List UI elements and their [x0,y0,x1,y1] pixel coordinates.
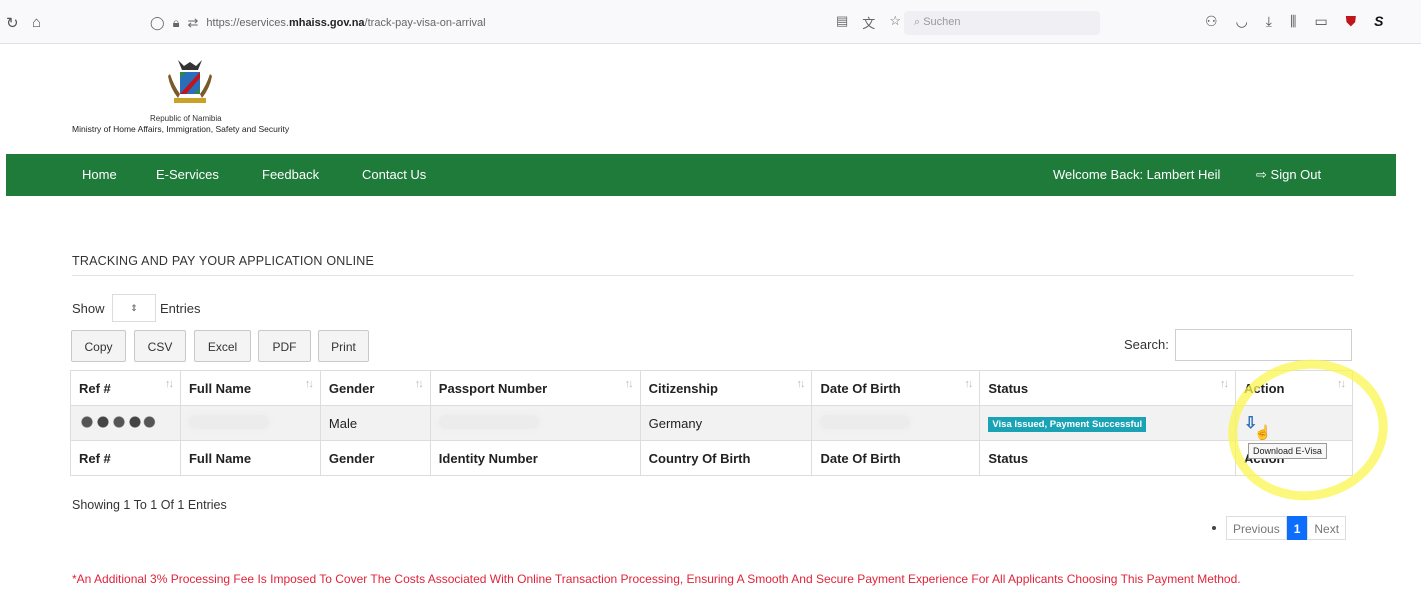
library-icon[interactable]: ⫼ [1290,13,1296,30]
sort-icon: ↑↓ [796,378,805,390]
select-arrows-icon: ⇕ [130,303,138,313]
account-icon[interactable]: ⚇ [1205,13,1218,30]
col-date-of-birth[interactable]: Date Of Birth ↑↓ [811,370,981,406]
translate-icon[interactable]: 文 [862,13,875,32]
entries-select[interactable]: ⇕ [112,294,156,322]
next-page-button[interactable]: Next [1307,516,1347,540]
sort-icon: ↑↓ [414,378,424,390]
republic-label: Republic of Namibia [150,114,222,123]
table-row: Male Germany Visa Issued, Payment Succes… [70,405,1353,441]
excel-button[interactable]: Excel [194,330,251,362]
redacted-dob [820,414,911,429]
cell-ref [70,405,181,441]
title-divider [72,275,1354,276]
nav-eservices[interactable]: E-Services [156,167,219,182]
download-tooltip: Download E-Visa [1248,443,1327,459]
col-ref[interactable]: Ref # ↑↓ [70,370,181,406]
cell-full-name [179,405,321,441]
entries-label: Entries [160,301,201,316]
redacted-passport [438,414,539,429]
pagination: Previous 1 Next [1212,516,1347,540]
nav-contact-us[interactable]: Contact Us [362,167,426,182]
print-button[interactable]: Print [318,330,369,362]
browser-extension-icons: ⚇ ◡ ⤓ ⫼ ▭ ⛊ S [1205,13,1384,30]
applications-table: Ref # ↑↓ Full Name ↑↓ Gender ↑↓ Passport Nu… [70,370,1353,476]
ublock-icon[interactable]: ⛊ [1346,13,1357,30]
col-full-name[interactable]: Full Name ↑↓ [179,370,321,406]
pdf-button[interactable]: PDF [258,330,311,362]
footer-status: Status [979,440,1237,476]
col-status[interactable]: Status ↑↓ [979,370,1237,406]
cell-status: Visa Issued, Payment Successful [979,405,1237,441]
col-action[interactable]: Action ↑↓ [1235,370,1353,406]
copy-button[interactable]: Copy [71,330,126,362]
entries-info: Showing 1 To 1 Of 1 Entries [72,498,227,512]
csv-button[interactable]: CSV [134,330,186,362]
shield-icon[interactable]: ◯ [150,15,165,31]
lock-icon[interactable]: 🔒︎ [173,15,180,31]
url-tools: ▤ 文 ☆ [836,13,901,32]
url-bar[interactable]: ◯ 🔒︎ ⇄ https://eservices.mhaiss.gov.na/t… [150,12,810,34]
sort-icon: ↑↓ [1337,378,1346,390]
permissions-icon[interactable]: ⇄ [187,15,198,31]
reader-icon[interactable]: ▭ [1314,13,1327,30]
footer-ref: Ref # [70,440,181,476]
sign-out-link[interactable]: ⇨ Sign Out [1256,167,1321,183]
url-text[interactable]: https://eservices.mhaiss.gov.na/track-pa… [206,17,485,29]
browser-search-input[interactable]: ⌕ Suchen [904,11,1100,35]
table-header-row: Ref # ↑↓ Full Name ↑↓ Gender ↑↓ Passport Nu… [70,370,1353,406]
show-label: Show [72,301,105,316]
reader-view-icon[interactable]: ▤ [836,13,848,32]
hand-cursor-icon: ☝ [1254,424,1272,440]
previous-page-button[interactable]: Previous [1226,516,1287,540]
search-input[interactable] [1175,329,1352,361]
downloads-icon[interactable]: ⤓ [1266,13,1272,30]
sign-out-label: Sign Out [1270,167,1322,182]
status-badge: Visa Issued, Payment Successful [988,416,1147,432]
sort-icon: ↑↓ [164,378,174,390]
page-title: TRACKING AND PAY YOUR APPLICATION ONLINE [72,254,375,268]
sort-icon: ↑↓ [964,378,973,390]
sort-icon: ↑↓ [304,378,314,390]
col-citizenship[interactable]: Citizenship ↑↓ [639,370,813,406]
sort-icon: ↑↓ [1220,378,1229,390]
sort-icon: ↑↓ [624,378,634,390]
welcome-message: Welcome Back: Lambert Heil [1053,167,1221,182]
redacted-name [188,414,269,429]
nav-feedback[interactable]: Feedback [262,167,319,182]
footer-full-name: Full Name [179,440,321,476]
main-navbar: Home E-Services Feedback Contact Us Welc… [6,154,1396,196]
site-header: Republic of Namibia Ministry of Home Aff… [0,44,1421,154]
table-footer-row: Ref # Full Name Gender Identity Number C… [70,440,1353,476]
pocket-icon[interactable]: ◡ [1236,13,1248,30]
cell-date-of-birth [811,405,981,441]
footer-country-of-birth: Country Of Birth [639,440,813,476]
processing-fee-note: *An Additional 3% Processing Fee Is Impo… [72,572,1241,586]
browser-toolbar: ↻ ⌂ ◯ 🔒︎ ⇄ https://eservices.mhaiss.gov.… [0,0,1421,44]
home-icon[interactable]: ⌂ [32,14,41,31]
bullet-icon [1212,526,1216,530]
col-passport-number[interactable]: Passport Number ↑↓ [429,370,641,406]
col-gender[interactable]: Gender ↑↓ [319,370,431,406]
nav-home[interactable]: Home [82,167,117,182]
footer-date-of-birth: Date Of Birth [811,440,981,476]
cell-gender: Male [319,405,431,441]
footer-gender: Gender [319,440,431,476]
cell-passport-number [429,405,641,441]
cell-citizenship: Germany [639,405,813,441]
extension-s-icon[interactable]: S [1374,13,1383,30]
bookmark-star-icon[interactable]: ☆ [889,13,901,32]
ministry-label: Ministry of Home Affairs, Immigration, S… [72,124,290,134]
search-label: Search: [1124,337,1169,352]
reload-icon[interactable]: ↻ [6,14,19,32]
footer-identity-number: Identity Number [429,440,641,476]
page-1-button[interactable]: 1 [1286,516,1308,540]
coat-of-arms-logo [168,60,212,103]
sign-out-icon: ⇨ [1256,167,1267,182]
redacted-ref [79,414,159,429]
